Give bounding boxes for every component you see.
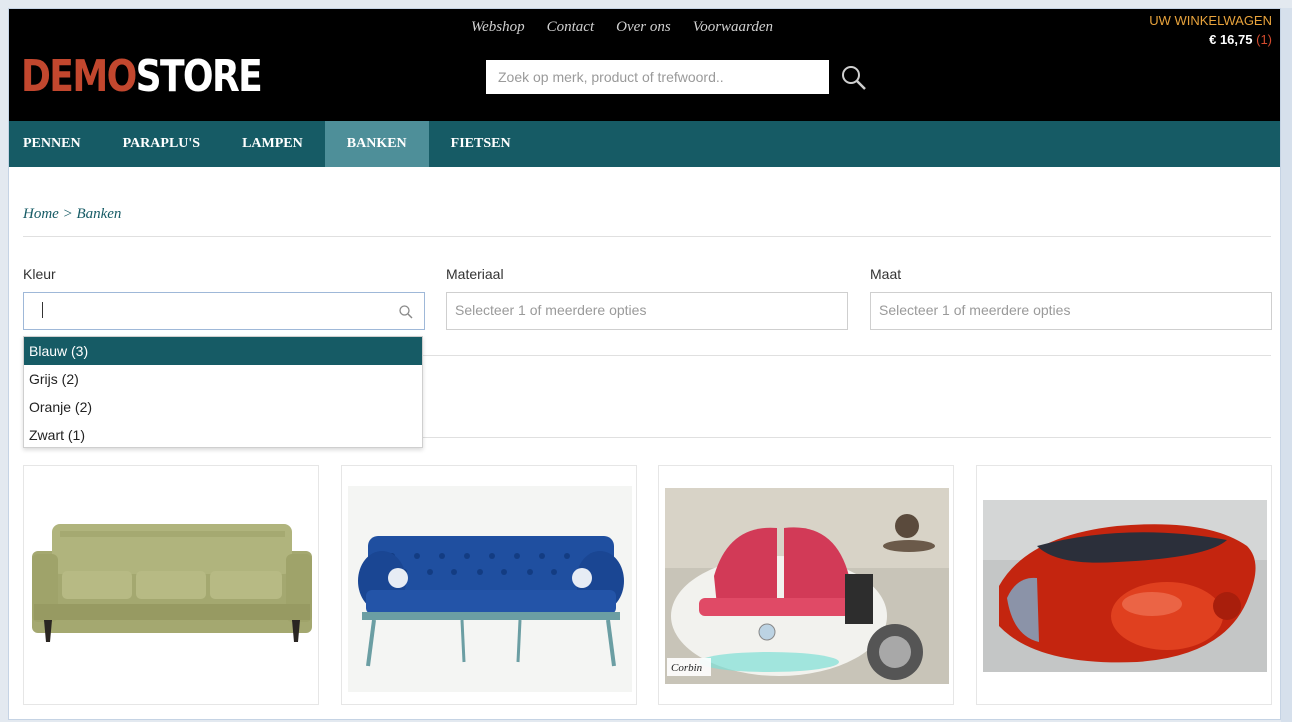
nav-pennen[interactable]: PENNEN xyxy=(9,121,111,167)
breadcrumb[interactable]: Home > Banken xyxy=(23,206,121,223)
maat-placeholder: Selecteer 1 of meerdere opties xyxy=(879,302,1071,318)
page: DEMOSTORE Webshop Contact Over ons Voorw… xyxy=(8,8,1281,720)
search-icon[interactable] xyxy=(839,63,869,93)
maat-filter-input[interactable]: Selecteer 1 of meerdere opties xyxy=(870,292,1272,330)
option-grijs[interactable]: Grijs (2) xyxy=(24,365,422,393)
scrollbar-track[interactable] xyxy=(1281,8,1292,722)
logo-store: STORE xyxy=(135,51,263,102)
cart-title[interactable]: UW WINKELWAGEN xyxy=(1149,13,1272,28)
materiaal-filter-input[interactable]: Selecteer 1 of meerdere opties xyxy=(446,292,848,330)
kleur-filter-input[interactable] xyxy=(23,292,425,330)
topnav-over-ons[interactable]: Over ons xyxy=(616,19,671,36)
search-input[interactable] xyxy=(486,60,829,94)
option-blauw[interactable]: Blauw (3) xyxy=(24,337,422,365)
kleur-dropdown: Blauw (3) Grijs (2) Oranje (2) Zwart (1) xyxy=(23,336,423,448)
car-sofa-image: Corbin xyxy=(665,488,949,684)
product-card-green-sofa[interactable] xyxy=(23,465,319,705)
topnav-voorwaarden[interactable]: Voorwaarden xyxy=(693,19,773,36)
green-sofa-image xyxy=(32,524,312,642)
divider xyxy=(23,236,1271,237)
blue-sofa-image xyxy=(348,486,632,692)
option-zwart[interactable]: Zwart (1) xyxy=(24,421,422,449)
cart-count: (1) xyxy=(1256,32,1272,47)
nav-lampen[interactable]: LAMPEN xyxy=(230,121,325,167)
nav-fietsen[interactable]: FIETSEN xyxy=(429,121,525,167)
topnav-contact[interactable]: Contact xyxy=(547,19,595,36)
header: DEMOSTORE Webshop Contact Over ons Voorw… xyxy=(9,9,1280,121)
filter-label-materiaal: Materiaal xyxy=(446,266,504,282)
search-icon xyxy=(398,304,414,320)
product-card-blue-sofa[interactable] xyxy=(341,465,637,705)
option-oranje[interactable]: Oranje (2) xyxy=(24,393,422,421)
materiaal-placeholder: Selecteer 1 of meerdere opties xyxy=(455,302,647,318)
product-card-red-sofa[interactable] xyxy=(976,465,1272,705)
nav-paraplus[interactable]: PARAPLU'S xyxy=(111,121,231,167)
cart-summary[interactable]: € 16,75 (1) xyxy=(1209,32,1272,47)
red-sofa-image xyxy=(983,500,1267,672)
filter-label-kleur: Kleur xyxy=(23,266,56,282)
logo-demo: DEMO xyxy=(21,51,137,102)
product-card-car-sofa[interactable]: Corbin xyxy=(658,465,954,705)
main-nav: PENNEN PARAPLU'S LAMPEN BANKEN FIETSEN xyxy=(9,121,1280,167)
text-caret xyxy=(42,302,43,318)
nav-banken[interactable]: BANKEN xyxy=(324,121,429,167)
corbin-logo-text: Corbin xyxy=(671,662,703,674)
filter-label-maat: Maat xyxy=(870,266,902,282)
store-logo[interactable]: DEMOSTORE xyxy=(21,51,263,102)
cart-total: € 16,75 xyxy=(1209,32,1253,47)
topnav-webshop[interactable]: Webshop xyxy=(471,19,525,36)
top-nav: Webshop Contact Over ons Voorwaarden xyxy=(471,19,773,36)
